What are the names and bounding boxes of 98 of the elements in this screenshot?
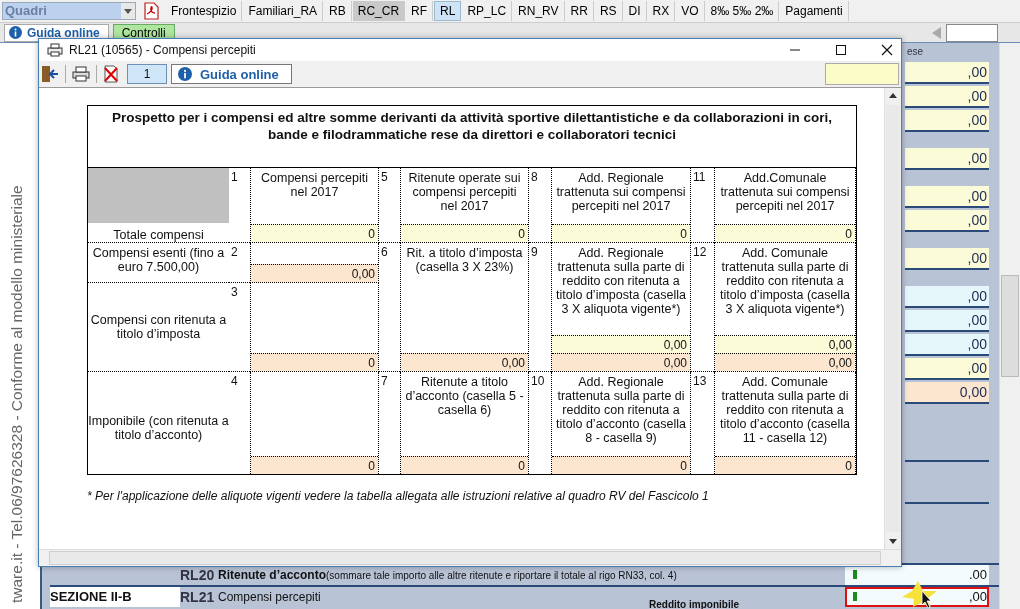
amount-field[interactable]: ,00: [905, 334, 989, 356]
scrollbar[interactable]: [999, 43, 1020, 609]
delete-icon[interactable]: [103, 65, 119, 83]
value-field[interactable]: 0,00: [251, 264, 378, 282]
value-field[interactable]: 0: [401, 224, 528, 242]
printer-icon: [47, 43, 63, 57]
info-icon: [9, 26, 22, 39]
value-field[interactable]: 0,00: [552, 353, 690, 371]
row-label: Ritenute d’acconto(sommare tale importo alle altre ritenute e riportare il totale al rigo RN33, col. 4): [218, 568, 678, 582]
box-number: 2: [231, 245, 238, 259]
box-number: 9: [531, 245, 538, 259]
amount-field[interactable]: 0,00: [905, 382, 989, 404]
scrollbar[interactable]: [39, 549, 901, 566]
pdf-icon[interactable]: [143, 2, 159, 20]
row-code: RL20: [180, 567, 216, 583]
section-tab[interactable]: RL: [434, 1, 462, 21]
info-icon: [178, 67, 192, 81]
value-field[interactable]: 0: [401, 456, 528, 474]
side-caption: tware.it - Tel.06/97626328 - Conforme al modello ministeriale: [8, 185, 26, 603]
amount-field[interactable]: ,00: [905, 110, 989, 132]
box-label: Add. Comunale trattenuta sulla parte di reddito con ritenuta a titolo d’acconto (casella 11 - casella 12): [719, 374, 851, 445]
close-icon[interactable]: [881, 44, 893, 56]
box-number: 1: [231, 170, 238, 184]
section-tab[interactable]: RC_CR: [352, 1, 406, 21]
amount-field[interactable]: .00: [845, 565, 989, 585]
scroll-down-icon[interactable]: [889, 539, 897, 544]
help-button[interactable]: Guida online: [4, 23, 109, 42]
amount-field[interactable]: ,00: [905, 186, 989, 208]
value-field[interactable]: 0: [251, 456, 378, 474]
box-number: 3: [231, 285, 238, 299]
box-label: Compensi percepiti nel 2017: [260, 170, 369, 199]
box-label: Add. Comunale trattenuta sulla parte di reddito con ritenuta a titolo d’imposta (casella 3 X aliquota vigente*): [719, 245, 851, 316]
amount-field[interactable]: ,00: [905, 248, 989, 270]
box-label: Add.Comunale trattenuta sui compensi percepiti nel 2017: [719, 170, 851, 213]
column-header: ese: [906, 46, 925, 59]
value-field[interactable]: 0: [251, 224, 378, 242]
amount-field[interactable]: ,00: [905, 286, 989, 308]
box-label: Add. Regionale trattenuta sui compensi percepiti nel 2017: [555, 170, 687, 213]
value-field[interactable]: 0,00: [715, 353, 855, 371]
amount-field[interactable]: ,00: [905, 62, 989, 84]
box-number: 10: [531, 374, 545, 388]
section-tab[interactable]: Frontespizio: [166, 1, 243, 21]
section-title: SEZIONE II-B: [50, 587, 180, 607]
row-label: Compensi esenti (fino a euro 7.500,00): [91, 246, 226, 274]
page-field[interactable]: 1: [127, 64, 167, 84]
footnote: * Per l'applicazione delle aliquote vigenti vedere la tabella allegata alle istruzioni relative al quadro RV del Fascicolo 1: [87, 489, 710, 503]
value-field[interactable]: 0: [715, 456, 855, 474]
scrollbar[interactable]: [884, 88, 901, 549]
row-label: Compensi con ritenuta a titolo d’imposta: [89, 313, 228, 341]
section-tab[interactable]: RS: [594, 1, 623, 21]
value-field[interactable]: 0: [715, 224, 855, 242]
box-label: Ritenute a titolo d’acconto (casella 5 - casella 6): [404, 374, 525, 417]
box-number: 8: [531, 170, 538, 184]
section-tab[interactable]: Pagamenti: [780, 1, 849, 21]
box-label: Rit. a titolo d’imposta (casella 3 X 23%): [405, 245, 524, 274]
box-number: 11: [693, 170, 706, 184]
box-number: 5: [381, 170, 388, 184]
box-label: Add. Regionale trattenuta sulla parte di reddito con ritenuta a titolo d’acconto (casella 8 - casella 9): [555, 374, 687, 445]
value-field[interactable]: 0,00: [401, 353, 528, 371]
value-field[interactable]: 0: [552, 224, 690, 242]
box-number: 12: [693, 245, 707, 259]
value-field[interactable]: 0,00: [715, 335, 855, 353]
box-number: 4: [231, 374, 238, 388]
amount-field[interactable]: ,00: [905, 86, 989, 108]
section-tab[interactable]: RX: [647, 1, 676, 21]
row-label: Totale compensi: [113, 228, 204, 242]
section-tab[interactable]: Familiari_RA: [243, 1, 324, 21]
help-button[interactable]: Guida online: [171, 64, 292, 84]
amount-field[interactable]: ,00: [905, 210, 989, 232]
section-tab[interactable]: RB: [324, 1, 352, 21]
dropdown-arrow-icon: [124, 8, 132, 14]
value-field[interactable]: 0: [552, 456, 690, 474]
printer-icon[interactable]: [72, 66, 90, 82]
box-number: 13: [693, 374, 707, 388]
amount-field[interactable]: ,00: [905, 148, 989, 170]
row-label: Imponibile (con ritenuta a titolo d’acconto): [88, 414, 229, 442]
section-tab[interactable]: RR: [565, 1, 594, 21]
amount-field[interactable]: ,00: [905, 310, 989, 332]
box-label: Add. Regionale trattenuta sulla parte di reddito con ritenuta a titolo d’imposta (casella 3 X aliquota vigente*): [555, 245, 687, 316]
page-field[interactable]: [946, 23, 998, 42]
amount-field[interactable]: ,00: [905, 358, 989, 380]
section-tab[interactable]: VO: [676, 1, 705, 21]
row-code: RL21: [180, 589, 216, 605]
exit-icon[interactable]: [41, 65, 59, 83]
box-number: 6: [381, 245, 388, 259]
input-field[interactable]: [825, 63, 899, 85]
section-tab[interactable]: RF: [406, 1, 434, 21]
box-number: 7: [381, 374, 388, 388]
section-tab[interactable]: 8‰ 5‰ 2‰: [705, 1, 780, 21]
scroll-up-icon[interactable]: [889, 93, 897, 98]
window-title: RL21 (10565) - Compensi percepiti: [69, 43, 256, 57]
maximize-icon[interactable]: [835, 44, 847, 56]
section-tab[interactable]: RP_LC: [462, 1, 513, 21]
value-field[interactable]: 0: [251, 353, 378, 371]
value-field[interactable]: 0,00: [552, 335, 690, 353]
section-tab[interactable]: RN_RV: [513, 1, 565, 21]
section-tab[interactable]: DI: [623, 1, 647, 21]
box-label: Ritenute operate sui compensi percepiti nel 2017: [407, 170, 522, 213]
